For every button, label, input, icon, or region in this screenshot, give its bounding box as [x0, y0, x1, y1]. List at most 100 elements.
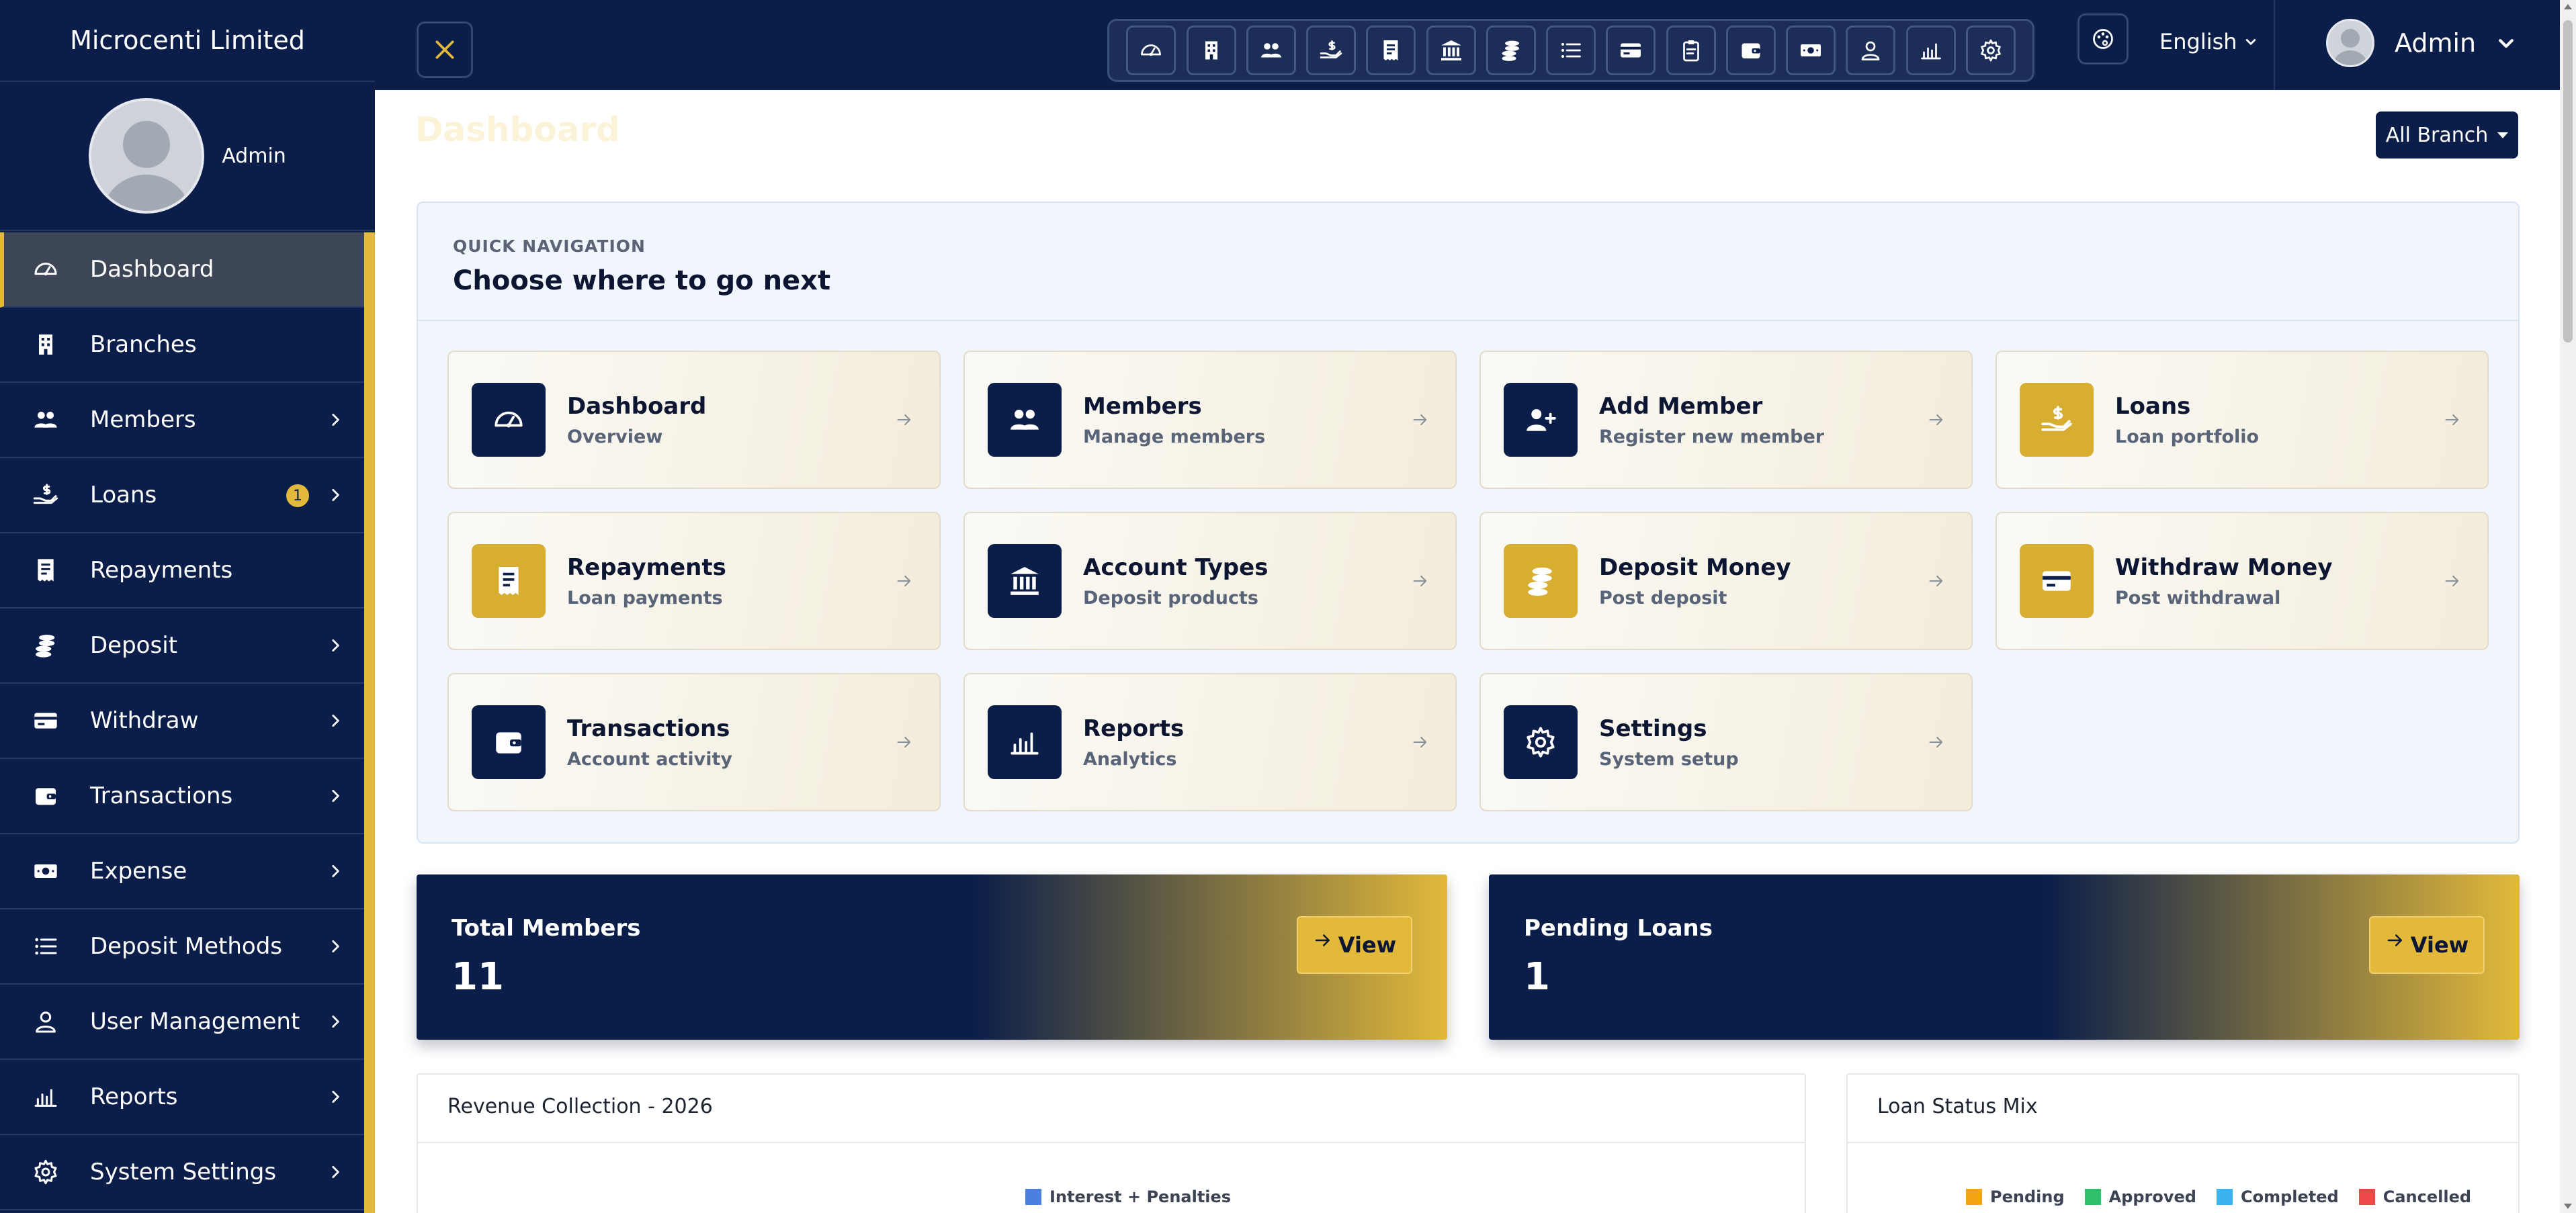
sidebar-item-system-settings[interactable]: System Settings — [0, 1135, 364, 1210]
quick-nav-text: Transactions Account activity — [567, 715, 732, 770]
palette-icon — [2093, 29, 2113, 49]
shortcut-wallet-button[interactable] — [1725, 26, 1776, 75]
view-members-button[interactable]: View — [1297, 916, 1412, 974]
quick-nav-add-member[interactable]: Add Member Register new member — [1479, 351, 1973, 489]
quick-nav-reports[interactable]: Reports Analytics — [963, 673, 1457, 811]
legend-item[interactable]: Cancelled — [2358, 1187, 2471, 1206]
sidebar-item-transactions[interactable]: Transactions — [0, 759, 364, 834]
sidebar-item-reports[interactable]: Reports — [0, 1060, 364, 1135]
shortcut-receipt-button[interactable] — [1366, 26, 1416, 75]
language-label: English — [2159, 29, 2237, 54]
quick-nav-title: Settings — [1599, 715, 1707, 742]
quick-nav-title: Account Types — [1083, 553, 1269, 581]
gear-icon — [1527, 727, 1555, 758]
sidebar-item-deposit[interactable]: Deposit — [0, 609, 364, 684]
quick-nav-text: Settings System setup — [1599, 715, 1739, 770]
scroll-thumb[interactable] — [2563, 20, 2573, 343]
sidebar-item-label: User Management — [90, 1008, 300, 1035]
avatar[interactable] — [89, 98, 205, 214]
quick-nav-account-types[interactable]: Account Types Deposit products — [963, 512, 1457, 650]
legend-item[interactable]: Approved — [2084, 1187, 2196, 1206]
shortcut-user-button[interactable] — [1846, 26, 1896, 75]
quick-nav-withdraw-money[interactable]: Withdraw Money Post withdrawal — [1995, 512, 2489, 650]
legend-item[interactable]: Completed — [2216, 1187, 2339, 1206]
quick-nav-title: Repayments — [567, 553, 726, 581]
hand-dollar-icon — [2041, 406, 2072, 431]
sidebar-item-deposit-methods[interactable]: Deposit Methods — [0, 909, 364, 985]
language-dropdown[interactable]: English — [2159, 27, 2258, 56]
quick-nav-text: Add Member Register new member — [1599, 393, 1824, 447]
sidebar-toggle-button[interactable] — [417, 21, 473, 78]
shortcut-hand-dollar-button[interactable] — [1306, 26, 1356, 75]
sidebar-icon — [30, 253, 62, 285]
page-scrollbar[interactable] — [2560, 0, 2576, 1213]
view-loans-button[interactable]: View — [2369, 916, 2485, 974]
quick-nav-deposit-money[interactable]: Deposit Money Post deposit — [1479, 512, 1973, 650]
quick-nav-title: Members — [1083, 392, 1202, 420]
arrow-right-icon — [2387, 934, 2402, 946]
sidebar-scrollbar[interactable] — [364, 232, 375, 1213]
sidebar-item-members[interactable]: Members — [0, 383, 364, 458]
sidebar-icon — [30, 1081, 62, 1113]
shortcut-building-button[interactable] — [1186, 26, 1236, 75]
sidebar-icon — [30, 1005, 62, 1038]
sidebar-item-branches[interactable]: Branches — [0, 308, 364, 383]
branch-filter-dropdown[interactable]: All Branch — [2376, 111, 2518, 159]
legend-item[interactable]: Pending — [1966, 1187, 2065, 1206]
quick-nav-dashboard[interactable]: Dashboard Overview — [447, 351, 941, 489]
quick-navigation-grid: Dashboard Overview Members Manage members Ad… — [447, 351, 2489, 811]
sidebar-user: Admin — [0, 82, 375, 231]
close-icon — [435, 40, 454, 59]
quick-nav-description: Post deposit — [1599, 587, 1727, 609]
quick-nav-transactions[interactable]: Transactions Account activity — [447, 673, 941, 811]
arrow-right-icon — [897, 414, 911, 426]
sidebar-item-label: Dashboard — [90, 256, 214, 283]
legend-item[interactable]: Interest + Penalties — [1025, 1187, 1231, 1206]
sidebar-item-loans[interactable]: Loans 1 — [0, 458, 364, 533]
shortcut-bar-chart-button[interactable] — [1905, 26, 1956, 75]
scroll-up-icon[interactable] — [2564, 4, 2572, 9]
arrow-right-icon — [1315, 934, 1330, 946]
theme-button[interactable] — [2077, 13, 2129, 64]
user-plus-icon — [1527, 409, 1556, 431]
brand-name[interactable]: Microcenti Limited — [0, 0, 375, 82]
shortcut-coins-button[interactable] — [1486, 26, 1536, 75]
user-icon — [36, 1012, 56, 1033]
quick-nav-settings[interactable]: Settings System setup — [1479, 673, 1973, 811]
sidebar: Microcenti Limited Admin Dashboard Branch… — [0, 0, 375, 1213]
legend-swatch — [1966, 1189, 1982, 1205]
quick-nav-repayments[interactable]: Repayments Loan payments — [447, 512, 941, 650]
user-icon — [1861, 41, 1880, 60]
quick-nav-icon-box — [472, 544, 546, 618]
shortcut-users-button[interactable] — [1246, 26, 1296, 75]
quick-nav-text: Loans Loan portfolio — [2115, 393, 2259, 447]
sidebar-item-user-management[interactable]: User Management — [0, 985, 364, 1060]
loan-status-panel: Loan Status Mix Pending Approved Completed… — [1846, 1073, 2520, 1213]
view-label: View — [2410, 932, 2469, 958]
building-icon — [1205, 41, 1217, 60]
shortcut-card-button[interactable] — [1606, 26, 1656, 75]
sidebar-item-dashboard[interactable]: Dashboard — [0, 232, 364, 308]
scroll-down-icon[interactable] — [2564, 1204, 2572, 1209]
sidebar-icon — [30, 404, 62, 436]
shortcut-money-button[interactable] — [1786, 26, 1836, 75]
chevron-right-icon — [332, 489, 339, 501]
shortcut-gear-button[interactable] — [1965, 26, 2016, 75]
chevron-right-icon — [332, 1091, 339, 1103]
sidebar-item-withdraw[interactable]: Withdraw — [0, 684, 364, 759]
sidebar-item-repayments[interactable]: Repayments — [0, 533, 364, 609]
shortcut-dashboard-gauge-button[interactable] — [1126, 26, 1176, 75]
quick-nav-loans[interactable]: Loans Loan portfolio — [1995, 351, 2489, 489]
shortcut-clipboard-button[interactable] — [1666, 26, 1716, 75]
user-menu[interactable]: Admin — [2326, 16, 2516, 70]
sidebar-icon — [30, 479, 62, 511]
shortcut-bank-button[interactable] — [1426, 26, 1476, 75]
shortcut-list-button[interactable] — [1546, 26, 1596, 75]
quick-nav-icon-box — [2020, 544, 2094, 618]
quick-nav-members[interactable]: Members Manage members — [963, 351, 1457, 489]
sidebar-item-expense[interactable]: Expense — [0, 834, 364, 909]
receipt-icon — [499, 567, 519, 595]
quick-nav-icon-box — [2020, 383, 2094, 457]
building-icon — [39, 334, 52, 355]
quick-nav-title: Loans — [2115, 392, 2191, 420]
